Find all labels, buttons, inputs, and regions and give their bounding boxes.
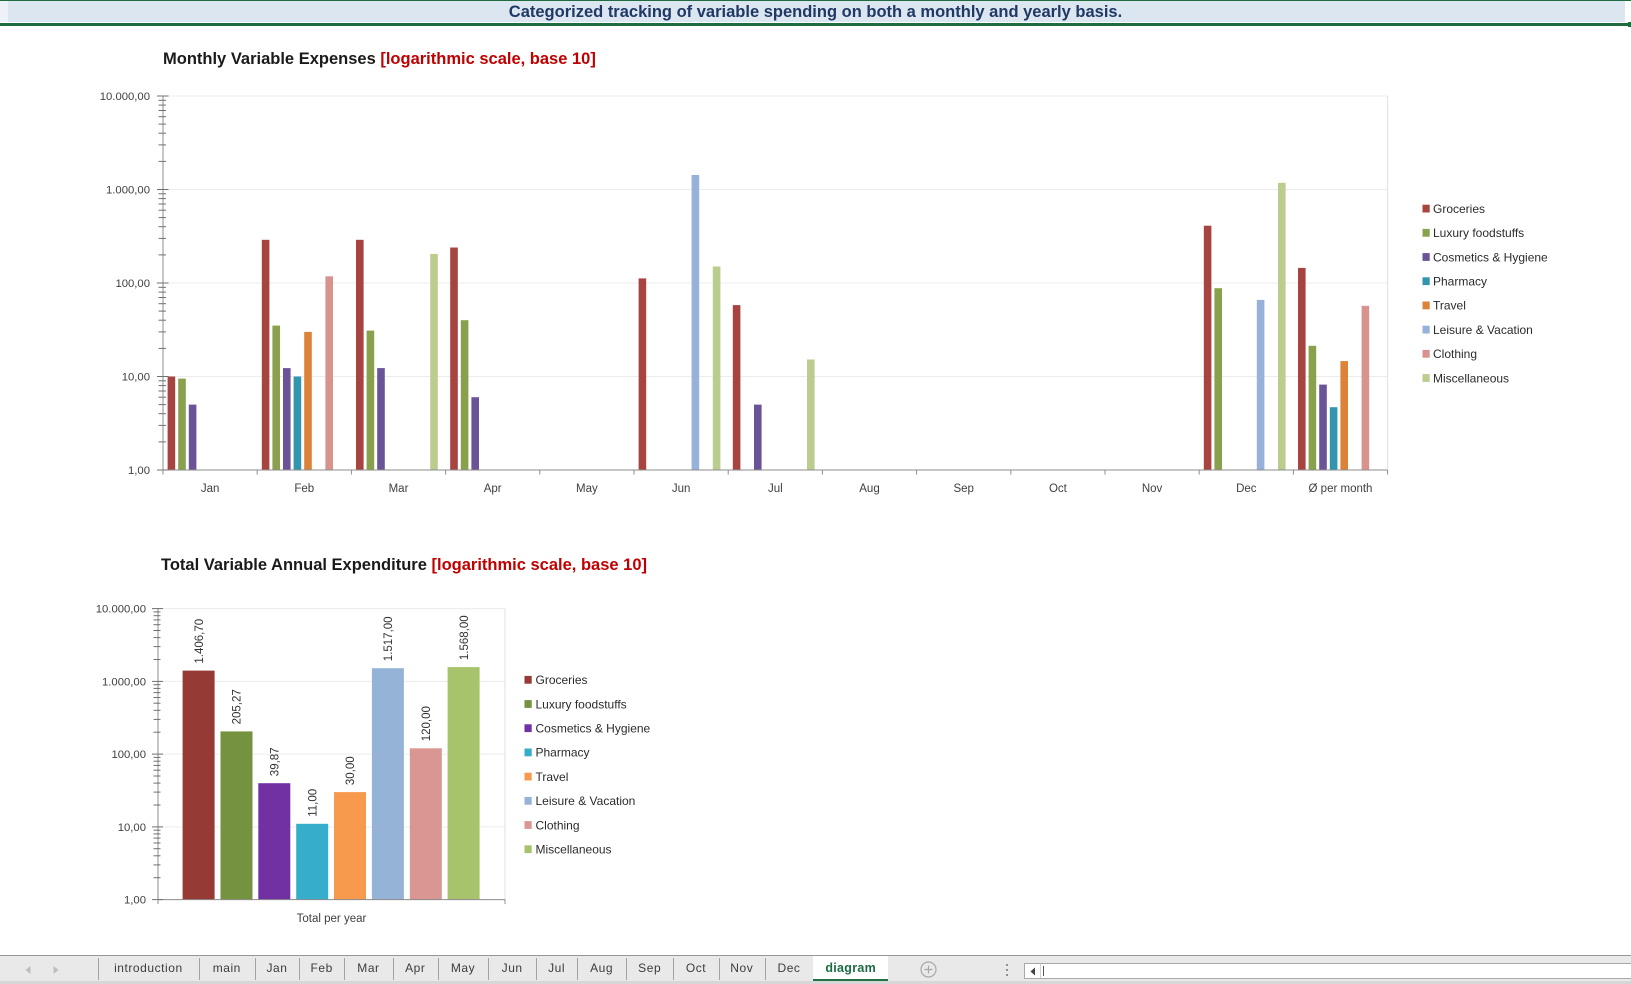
- svg-text:Jul: Jul: [768, 483, 783, 495]
- svg-text:Travel: Travel: [1433, 299, 1466, 313]
- svg-text:Cosmetics & Hygiene: Cosmetics & Hygiene: [536, 722, 651, 736]
- svg-text:Groceries: Groceries: [536, 673, 588, 687]
- svg-text:Leisure & Vacation: Leisure & Vacation: [1433, 323, 1533, 337]
- svg-text:Jan: Jan: [201, 483, 220, 495]
- svg-text:Luxury foodstuffs: Luxury foodstuffs: [1433, 226, 1524, 240]
- svg-text:Total per year: Total per year: [297, 913, 367, 925]
- svg-text:Luxury foodstuffs: Luxury foodstuffs: [536, 697, 627, 711]
- svg-text:10.000,00: 10.000,00: [96, 604, 146, 616]
- svg-text:120,00: 120,00: [421, 706, 433, 741]
- svg-text:Pharmacy: Pharmacy: [1433, 275, 1487, 289]
- svg-text:Cosmetics & Hygiene: Cosmetics & Hygiene: [1433, 250, 1548, 264]
- svg-text:Miscellaneous: Miscellaneous: [1433, 371, 1509, 385]
- svg-text:Jun: Jun: [672, 483, 691, 495]
- svg-text:1.000,00: 1.000,00: [106, 185, 150, 197]
- svg-text:11,00: 11,00: [307, 789, 319, 817]
- svg-text:Miscellaneous: Miscellaneous: [536, 843, 612, 857]
- svg-text:1,00: 1,00: [124, 895, 146, 907]
- svg-text:Leisure & Vacation: Leisure & Vacation: [536, 794, 636, 808]
- svg-text:Monthly Variable Expenses [log: Monthly Variable Expenses [logarithmic s…: [163, 50, 596, 68]
- svg-text:Total Variable Annual Expendit: Total Variable Annual Expenditure [logar…: [161, 556, 647, 574]
- svg-text:May: May: [576, 483, 598, 495]
- svg-text:205,27: 205,27: [232, 689, 244, 724]
- svg-text:Oct: Oct: [1049, 483, 1068, 495]
- svg-text:Mar: Mar: [389, 483, 409, 495]
- svg-text:Nov: Nov: [1142, 483, 1163, 495]
- svg-text:Pharmacy: Pharmacy: [536, 746, 590, 760]
- svg-text:1,00: 1,00: [128, 465, 150, 477]
- svg-text:Dec: Dec: [1236, 483, 1257, 495]
- svg-text:10,00: 10,00: [122, 372, 150, 384]
- svg-text:1.000,00: 1.000,00: [102, 676, 146, 688]
- svg-text:Sep: Sep: [953, 483, 973, 495]
- svg-text:Clothing: Clothing: [1433, 347, 1477, 361]
- svg-text:1.406,70: 1.406,70: [194, 619, 206, 664]
- svg-text:100,00: 100,00: [115, 278, 150, 290]
- svg-text:1.517,00: 1.517,00: [383, 616, 395, 661]
- svg-text:10,00: 10,00: [118, 822, 146, 834]
- svg-text:Ø per month: Ø per month: [1309, 483, 1373, 495]
- svg-text:Groceries: Groceries: [1433, 202, 1485, 216]
- svg-text:Aug: Aug: [859, 483, 879, 495]
- svg-text:100,00: 100,00: [111, 749, 146, 761]
- svg-text:Apr: Apr: [484, 483, 502, 495]
- svg-text:39,87: 39,87: [270, 747, 282, 776]
- svg-text:30,00: 30,00: [345, 756, 357, 785]
- svg-text:10.000,00: 10.000,00: [100, 91, 150, 103]
- svg-text:Feb: Feb: [294, 483, 314, 495]
- svg-text:Travel: Travel: [536, 770, 569, 784]
- svg-text:1.568,00: 1.568,00: [459, 615, 471, 660]
- svg-text:Clothing: Clothing: [536, 818, 580, 832]
